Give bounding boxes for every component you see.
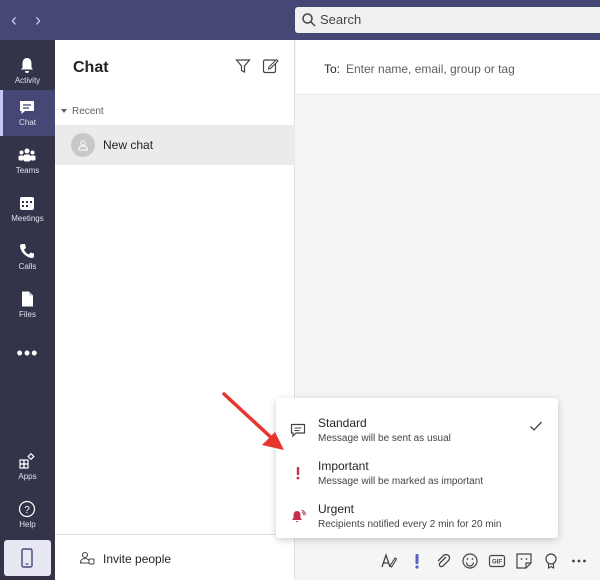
apps-icon [19, 452, 35, 469]
invite-people-icon [79, 551, 95, 565]
priority-option-urgent[interactable]: Urgent Recipients notified every 2 min f… [276, 498, 558, 538]
svg-text:GIF: GIF [492, 560, 502, 566]
rail-item-label: Apps [18, 472, 37, 481]
rail-item-chat[interactable]: Chat [0, 90, 55, 136]
sticker-icon[interactable] [515, 552, 533, 570]
to-label: To: [324, 62, 341, 76]
mobile-device-icon [21, 548, 33, 568]
attach-icon[interactable] [434, 552, 452, 570]
rail-item-files[interactable]: Files [0, 282, 55, 328]
forward-arrow-icon[interactable]: › [28, 10, 48, 30]
option-title: Urgent [318, 502, 355, 516]
chat-list-pane: Chat Recent New chat Invite people [55, 40, 295, 580]
message-priority-menu: Standard Message will be sent as usual I… [276, 398, 558, 538]
priority-option-standard[interactable]: Standard Message will be sent as usual [276, 412, 558, 452]
praise-icon[interactable] [542, 552, 560, 570]
more-options-icon[interactable] [570, 552, 588, 570]
priority-exclamation-icon[interactable] [408, 552, 426, 570]
more-apps-button[interactable]: ••• [0, 343, 55, 364]
rail-item-calls[interactable]: Calls [0, 234, 55, 280]
divider [55, 534, 295, 535]
page-title: Chat [73, 59, 109, 76]
title-bar: ‹ › Search [0, 0, 600, 40]
rail-item-label: Files [19, 310, 36, 319]
rail-item-apps[interactable]: Apps [0, 444, 55, 490]
list-item-label: New chat [103, 138, 154, 152]
collapse-chevron-icon[interactable] [61, 109, 67, 113]
option-description: Message will be sent as usual [318, 433, 451, 444]
rail-item-meetings[interactable]: Meetings [0, 186, 55, 232]
option-description: Recipients notified every 2 min for 20 m… [318, 519, 502, 530]
emoji-icon[interactable] [461, 552, 479, 570]
list-item[interactable]: New chat [55, 125, 295, 165]
option-title: Standard [318, 416, 367, 430]
mobile-app-button[interactable] [4, 540, 51, 576]
standard-message-icon [290, 423, 306, 438]
section-header[interactable]: Recent [72, 106, 104, 117]
rail-item-label: Meetings [11, 214, 44, 223]
phone-icon [20, 244, 34, 258]
rail-item-label: Help [19, 520, 36, 529]
rail-item-teams[interactable]: Teams [0, 138, 55, 184]
avatar [71, 133, 95, 157]
filter-icon[interactable] [235, 58, 251, 74]
app-rail: Activity Chat Teams Meetings Calls Files… [0, 40, 55, 580]
priority-option-important[interactable]: Important Message will be marked as impo… [276, 455, 558, 495]
calendar-icon [20, 197, 34, 210]
new-chat-icon[interactable] [262, 57, 279, 74]
file-icon [22, 291, 33, 307]
important-exclamation-icon [296, 467, 300, 480]
recipient-bar: To: Enter name, email, group or tag [296, 40, 600, 95]
rail-item-label: Teams [15, 166, 40, 175]
gif-icon[interactable]: GIF [488, 552, 506, 570]
chat-icon [20, 101, 34, 114]
rail-item-label: Chat [19, 118, 36, 127]
back-arrow-icon[interactable]: ‹ [4, 10, 24, 30]
bell-icon [21, 58, 33, 73]
urgent-bell-icon [292, 509, 306, 523]
rail-item-label: Activity [14, 76, 41, 85]
format-icon[interactable] [380, 552, 398, 570]
person-icon [77, 140, 89, 151]
invite-people-link[interactable]: Invite people [103, 552, 171, 566]
search-input[interactable]: Search [295, 7, 600, 33]
compose-toolbar: GIF [370, 548, 600, 576]
search-placeholder: Search [320, 12, 362, 27]
help-icon: ? [18, 500, 36, 518]
rail-item-label: Calls [18, 262, 37, 271]
recipient-input[interactable]: Enter name, email, group or tag [346, 62, 515, 76]
checkmark-icon [530, 421, 542, 431]
svg-text:?: ? [24, 505, 30, 516]
teams-icon [18, 148, 36, 162]
rail-item-activity[interactable]: Activity [0, 48, 55, 94]
option-title: Important [318, 459, 369, 473]
option-description: Message will be marked as important [318, 476, 484, 487]
search-icon [302, 13, 316, 27]
rail-item-help[interactable]: ? Help [0, 492, 55, 538]
